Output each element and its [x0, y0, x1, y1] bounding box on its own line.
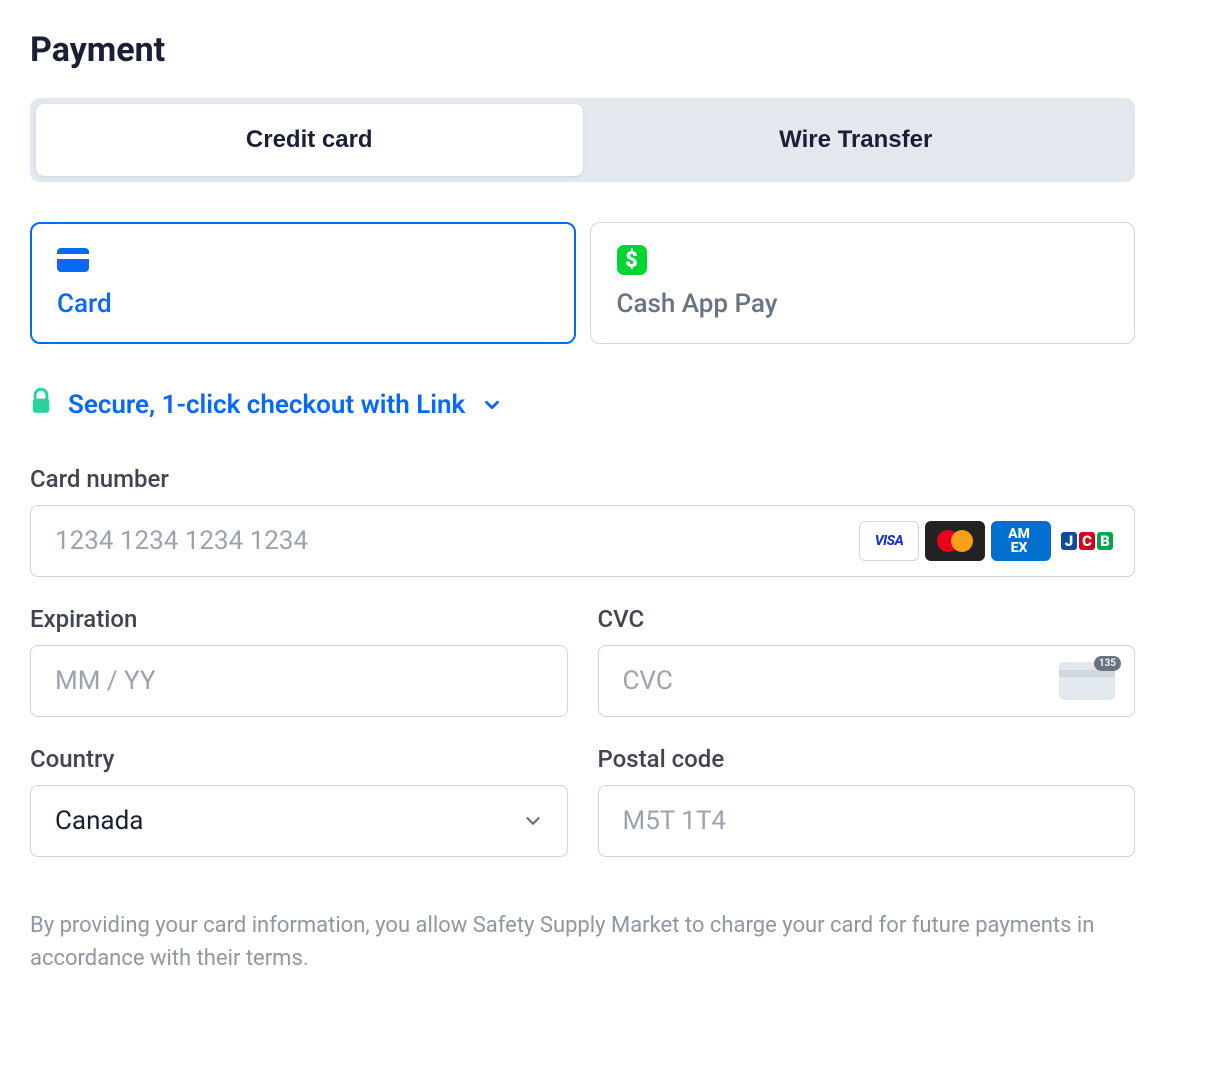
card-icon	[57, 245, 549, 275]
payment-method-options: Card $ Cash App Pay	[30, 222, 1135, 344]
tab-credit-card[interactable]: Credit card	[36, 104, 583, 176]
payment-section: Payment Credit card Wire Transfer Card $…	[30, 30, 1135, 975]
expiration-input[interactable]	[30, 645, 568, 717]
card-disclaimer: By providing your card information, you …	[30, 909, 1135, 975]
country-select[interactable]: Canada	[30, 785, 568, 857]
method-card-card[interactable]: Card	[30, 222, 576, 344]
amex-icon: AMEX	[991, 521, 1051, 561]
link-checkout-toggle[interactable]: Secure, 1-click checkout with Link	[30, 388, 1135, 421]
visa-icon: VISA	[859, 521, 919, 561]
postal-field: Postal code	[598, 745, 1136, 885]
mastercard-icon	[925, 521, 985, 561]
section-title: Payment	[30, 30, 1135, 70]
card-brand-icons: VISA AMEX JCB	[859, 521, 1117, 561]
tab-wire-transfer[interactable]: Wire Transfer	[583, 104, 1130, 176]
card-number-field: Card number VISA AMEX JCB	[30, 465, 1135, 577]
payment-type-tabs: Credit card Wire Transfer	[30, 98, 1135, 182]
cashapp-icon: $	[617, 245, 1109, 275]
cvc-label: CVC	[598, 605, 1136, 633]
country-label: Country	[30, 745, 568, 773]
expiration-label: Expiration	[30, 605, 568, 633]
postal-input[interactable]	[598, 785, 1136, 857]
method-card-label: Card	[57, 289, 549, 319]
country-field: Country Canada	[30, 745, 568, 885]
method-card-cashapp[interactable]: $ Cash App Pay	[590, 222, 1136, 344]
link-checkout-text: Secure, 1-click checkout with Link	[68, 390, 465, 420]
cvc-input[interactable]	[598, 645, 1136, 717]
chevron-down-icon	[481, 394, 503, 416]
jcb-icon: JCB	[1057, 521, 1117, 561]
cvc-field: CVC 135	[598, 605, 1136, 745]
expiration-field: Expiration	[30, 605, 568, 745]
postal-label: Postal code	[598, 745, 1136, 773]
method-cashapp-label: Cash App Pay	[617, 289, 1109, 319]
card-number-label: Card number	[30, 465, 1135, 493]
lock-icon	[30, 388, 52, 421]
